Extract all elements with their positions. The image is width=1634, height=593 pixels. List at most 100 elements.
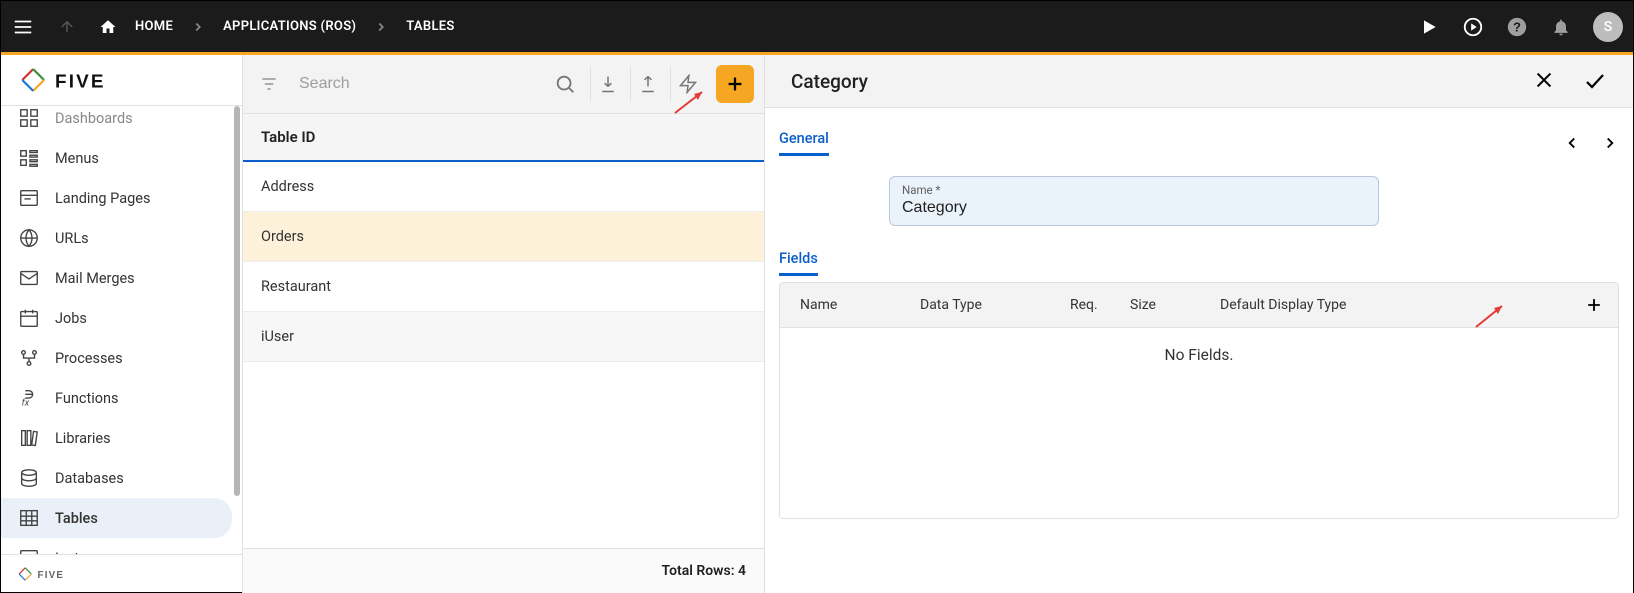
avatar[interactable]: S	[1593, 12, 1623, 42]
breadcrumb-app[interactable]: APPLICATIONS (ROS)	[223, 19, 356, 34]
sidebar-item-label: Menus	[55, 150, 99, 167]
menus-icon	[17, 146, 41, 170]
monitor-icon	[17, 546, 41, 554]
sidebar-item-libraries[interactable]: Libraries	[1, 418, 232, 458]
sidebar-item-label: Landing Pages	[55, 190, 150, 207]
name-field-label: Name *	[902, 183, 1366, 197]
sidebar-item-label: URLs	[55, 230, 89, 247]
search-wrap	[291, 69, 584, 99]
process-icon	[17, 346, 41, 370]
detail-header-actions	[1533, 69, 1607, 93]
database-icon	[17, 466, 41, 490]
detail-header: Category	[765, 55, 1633, 108]
list-row[interactable]: Restaurant	[243, 262, 764, 312]
fields-table-body: No Fields.	[780, 328, 1618, 518]
chevron-right-icon[interactable]	[1601, 134, 1619, 152]
sidebar-item-landing-pages[interactable]: Landing Pages	[1, 178, 232, 218]
help-icon[interactable]: ?	[1505, 15, 1529, 39]
sidebar-item-tables[interactable]: Tables	[1, 498, 232, 538]
breadcrumb-home[interactable]: HOME	[135, 19, 173, 34]
library-icon	[17, 426, 41, 450]
lightning-icon[interactable]	[670, 67, 704, 101]
list-row[interactable]: Orders	[243, 212, 764, 262]
list-footer: Total Rows: 4	[243, 548, 764, 593]
sidebar-item-label: Databases	[55, 470, 124, 487]
topbar-right: ? S	[1417, 12, 1623, 42]
col-name[interactable]: Name	[780, 285, 910, 325]
list-body: Address Orders Restaurant iUser	[243, 162, 764, 548]
sidebar-item-label: Jobs	[55, 310, 87, 327]
export-icon[interactable]	[630, 67, 664, 101]
empty-text: No Fields.	[1165, 346, 1234, 364]
fields-table: Name Data Type Req. Size Default Display…	[779, 282, 1619, 519]
check-icon[interactable]	[1583, 69, 1607, 93]
tab-fields[interactable]: Fields	[779, 250, 818, 276]
col-data-type[interactable]: Data Type	[910, 285, 1060, 325]
import-icon[interactable]	[590, 67, 624, 101]
svg-text:FIVE: FIVE	[38, 570, 65, 581]
bell-icon[interactable]	[1549, 15, 1573, 39]
col-req[interactable]: Req.	[1060, 285, 1120, 325]
breadcrumb: HOME APPLICATIONS (ROS) TABLES	[99, 18, 455, 36]
list-column-header[interactable]: Table ID	[243, 114, 764, 162]
filter-icon[interactable]	[253, 74, 285, 94]
chevron-left-icon[interactable]	[1563, 134, 1581, 152]
sidebar-item-label: Dashboards	[55, 110, 133, 127]
sidebar-item-databases[interactable]: Databases	[1, 458, 232, 498]
search-ring-icon[interactable]	[1461, 15, 1485, 39]
col-size[interactable]: Size	[1120, 285, 1210, 325]
sidebar-item-label: Mail Merges	[55, 270, 135, 287]
add-button[interactable]	[716, 65, 754, 103]
sidebar-item-processes[interactable]: Processes	[1, 338, 232, 378]
name-field[interactable]: Name *	[889, 176, 1379, 226]
dashboard-icon	[17, 106, 41, 130]
sidebar-item-jobs[interactable]: Jobs	[1, 298, 232, 338]
breadcrumb-current[interactable]: TABLES	[406, 19, 454, 34]
close-icon[interactable]	[1533, 69, 1555, 93]
mail-icon	[17, 266, 41, 290]
detail-panel: Category General Name *	[765, 55, 1633, 593]
tab-nav	[1563, 134, 1619, 152]
detail-body: General Name * Fields Name Data Type Req…	[765, 108, 1633, 593]
sidebar-item-mail-merges[interactable]: Mail Merges	[1, 258, 232, 298]
sidebar-scroll[interactable]: Dashboards Menus Landing Pages URLs Mail…	[1, 106, 242, 554]
tab-row-general: General	[779, 130, 1619, 162]
avatar-initial: S	[1604, 19, 1612, 35]
table-icon	[17, 506, 41, 530]
tab-general[interactable]: General	[779, 130, 829, 156]
svg-text:?: ?	[1513, 19, 1521, 34]
sidebar-item-label: Processes	[55, 350, 123, 367]
sidebar-item-label: Functions	[55, 390, 118, 407]
list-panel: Table ID Address Orders Restaurant iUser…	[243, 55, 765, 593]
sidebar-item-urls[interactable]: URLs	[1, 218, 232, 258]
sidebar-item-functions[interactable]: fx Functions	[1, 378, 232, 418]
name-input[interactable]	[902, 197, 1366, 217]
scrollbar[interactable]	[234, 106, 240, 496]
topbar-left: HOME APPLICATIONS (ROS) TABLES	[11, 15, 455, 39]
main: FIVE Dashboards Menus Landing Pages	[1, 55, 1633, 593]
list-row[interactable]: Address	[243, 162, 764, 212]
play-icon[interactable]	[1417, 15, 1441, 39]
logo: FIVE	[1, 55, 242, 106]
add-field-button[interactable]	[1574, 283, 1618, 327]
col-display-type[interactable]: Default Display Type	[1210, 285, 1574, 325]
search-input[interactable]	[299, 75, 544, 93]
menu-icon[interactable]	[11, 15, 35, 39]
sidebar-item-instances[interactable]: Instances	[1, 538, 232, 554]
topbar: HOME APPLICATIONS (ROS) TABLES ? S	[1, 1, 1633, 55]
sidebar-item-menus[interactable]: Menus	[1, 138, 232, 178]
calendar-icon	[17, 306, 41, 330]
footer-count: 4	[738, 563, 746, 579]
tab-row-fields: Fields	[779, 250, 1619, 282]
svg-text:fx: fx	[22, 398, 30, 408]
svg-text:FIVE: FIVE	[55, 71, 106, 92]
home-icon	[99, 18, 117, 36]
chevron-right-icon	[374, 20, 388, 34]
up-arrow-icon	[55, 15, 79, 39]
sidebar-item-label: Libraries	[55, 430, 111, 447]
list-row[interactable]: iUser	[243, 312, 764, 362]
search-icon[interactable]	[554, 73, 576, 95]
sidebar-item-dashboards[interactable]: Dashboards	[1, 106, 232, 138]
footer-label: Total Rows:	[662, 563, 735, 579]
function-icon: fx	[17, 386, 41, 410]
